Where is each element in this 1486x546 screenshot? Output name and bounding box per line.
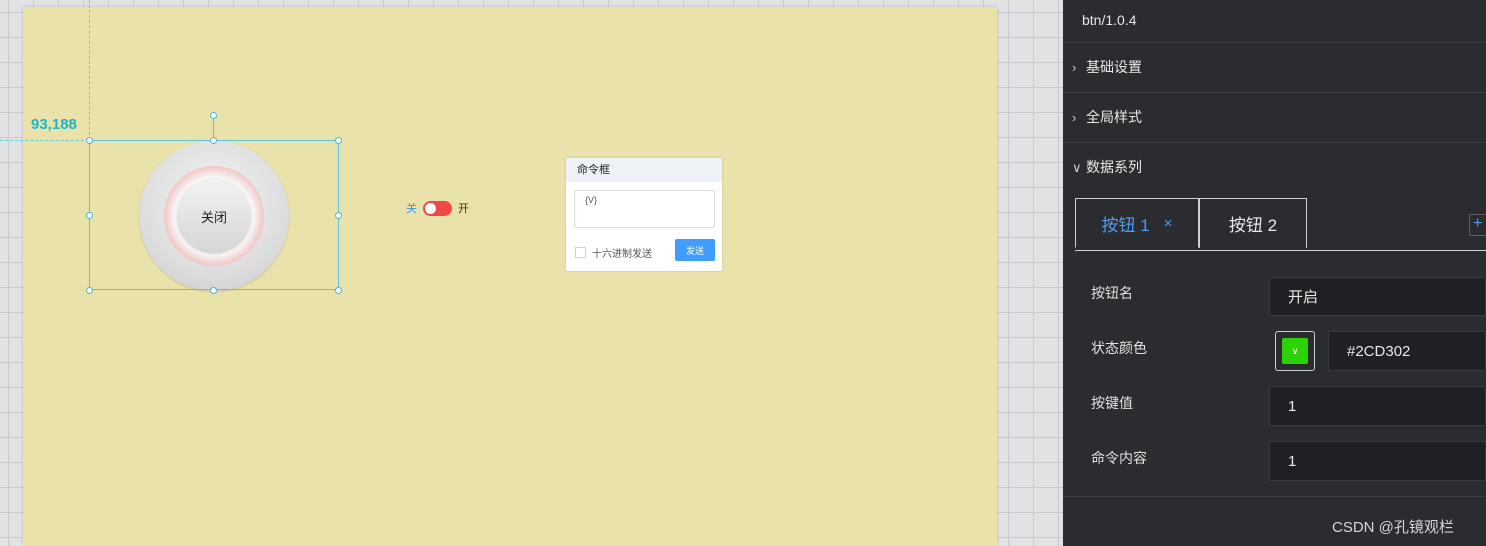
chevron-right-icon: › — [1072, 110, 1077, 125]
resize-handle-w[interactable] — [86, 212, 93, 219]
hex-send-checkbox[interactable] — [575, 247, 586, 258]
resize-handle-sw[interactable] — [86, 287, 93, 294]
section-data-series[interactable]: ∨ 数据系列 — [1063, 143, 1486, 192]
toggle-switch[interactable] — [423, 200, 452, 216]
section-global-style[interactable]: › 全局样式 — [1063, 93, 1486, 143]
resize-handle-e[interactable] — [335, 212, 342, 219]
command-box-widget[interactable]: 命令框 {V} 十六进制发送 发送 — [566, 158, 722, 271]
button-name-label: 按钮名 — [1091, 285, 1133, 301]
resize-handle-s[interactable] — [210, 287, 217, 294]
button-name-input[interactable]: 开启 — [1269, 277, 1486, 316]
properties-panel: btn/1.0.4 › 基础设置 › 全局样式 ∨ 数据系列 按钮 1 × 按钮… — [1063, 0, 1486, 546]
section-basic-settings[interactable]: › 基础设置 — [1063, 43, 1486, 93]
send-button[interactable]: 发送 — [675, 239, 715, 261]
command-box-title: 命令框 — [566, 158, 722, 182]
close-icon[interactable]: × — [1164, 215, 1173, 232]
section-label: 全局样式 — [1086, 109, 1142, 125]
tab-button-2[interactable]: 按钮 2 — [1199, 198, 1307, 248]
component-version: btn/1.0.4 — [1063, 0, 1486, 43]
selection-box[interactable] — [89, 140, 339, 290]
switch-knob — [425, 202, 436, 214]
tab-button-1[interactable]: 按钮 1 × — [1075, 198, 1199, 248]
key-value-label: 按键值 — [1091, 395, 1133, 411]
series-tabs: 按钮 1 × 按钮 2 — [1075, 198, 1486, 251]
status-color-label: 状态颜色 — [1091, 340, 1147, 356]
horizontal-guide-line — [0, 140, 89, 141]
status-color-input[interactable]: #2CD302 — [1328, 331, 1486, 371]
resize-handle-ne[interactable] — [335, 137, 342, 144]
command-textarea[interactable]: {V} — [574, 190, 715, 228]
section-label: 基础设置 — [1086, 59, 1142, 75]
command-content-input[interactable]: 1 — [1269, 441, 1486, 481]
hex-send-option[interactable]: 十六进制发送 — [575, 245, 652, 260]
toggle-switch-widget[interactable]: 关 开 — [406, 200, 469, 216]
watermark: CSDN @孔镜观栏 — [1332, 519, 1454, 536]
color-picker[interactable]: ∨ — [1275, 331, 1315, 371]
add-tab-button[interactable]: + — [1469, 214, 1486, 236]
section-label: 数据系列 — [1086, 159, 1142, 175]
chevron-right-icon: › — [1072, 60, 1077, 75]
resize-handle-n[interactable] — [210, 137, 217, 144]
command-content-label: 命令内容 — [1091, 450, 1147, 466]
tab-label: 按钮 2 — [1228, 216, 1278, 235]
switch-off-label: 关 — [406, 203, 417, 215]
switch-on-label: 开 — [458, 203, 469, 215]
rotate-handle[interactable] — [210, 112, 217, 119]
key-value-input[interactable]: 1 — [1269, 386, 1486, 426]
hex-send-label: 十六进制发送 — [592, 249, 652, 260]
position-readout: 93,188 — [31, 116, 77, 133]
tab-label: 按钮 1 — [1101, 215, 1150, 235]
chevron-down-icon: ∨ — [1072, 160, 1082, 175]
resize-handle-se[interactable] — [335, 287, 342, 294]
vertical-guide-line — [89, 0, 90, 140]
resize-handle-nw[interactable] — [86, 137, 93, 144]
panel-divider — [1063, 496, 1486, 497]
chevron-down-icon: ∨ — [1282, 338, 1308, 364]
